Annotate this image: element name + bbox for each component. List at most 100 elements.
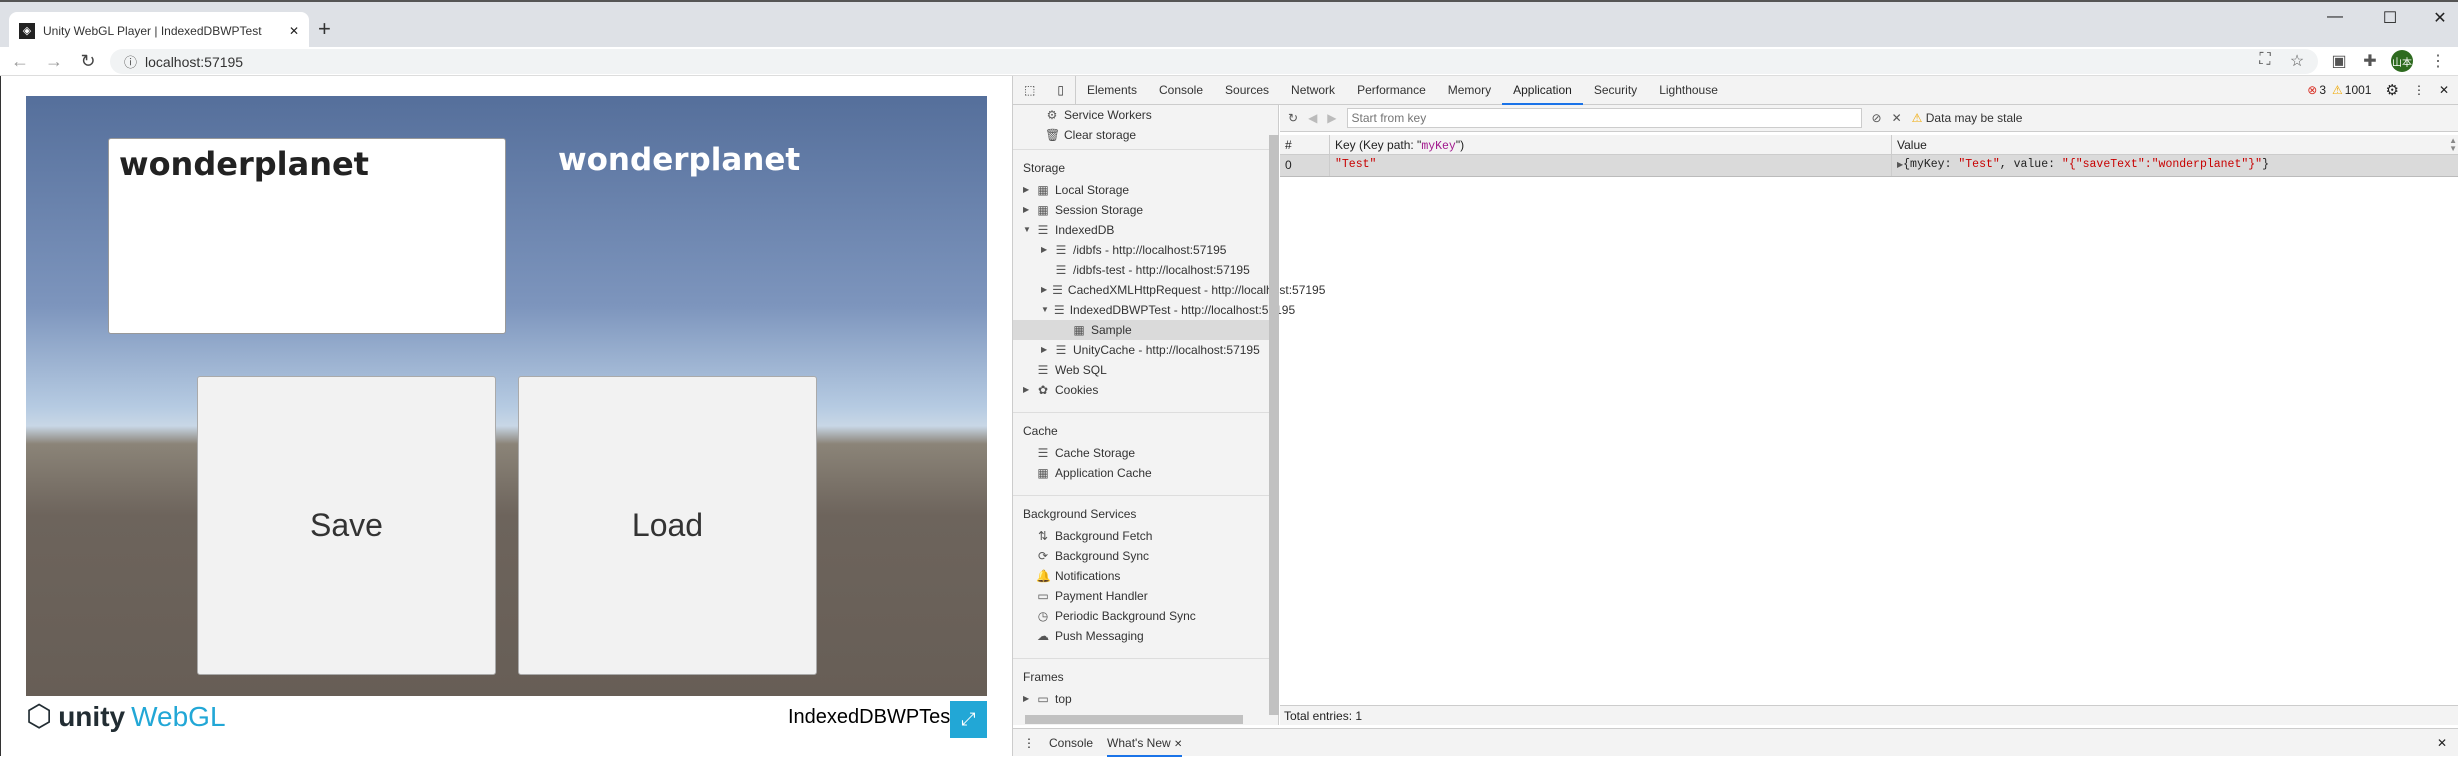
- expand-triangle-icon[interactable]: ▶: [1023, 200, 1031, 220]
- start-from-key-input[interactable]: [1346, 108, 1862, 128]
- translate-icon[interactable]: ⛶: [2253, 51, 2277, 69]
- sidebar-item-icon: ▭: [1037, 692, 1049, 706]
- expand-triangle-icon[interactable]: ▶: [1023, 689, 1031, 709]
- forward-icon[interactable]: →: [42, 51, 66, 72]
- sidebar-item-icon: ☁: [1037, 629, 1049, 643]
- reload-icon[interactable]: ↻: [76, 51, 100, 72]
- expand-triangle-icon[interactable]: ▶: [1041, 240, 1049, 260]
- load-button[interactable]: Load: [518, 376, 817, 675]
- sidebar-item-session-storage[interactable]: ▶ ▦ Session Storage: [1013, 200, 1269, 220]
- warning-count[interactable]: 1001: [2345, 83, 2372, 97]
- minimize-icon[interactable]: —: [2320, 8, 2350, 26]
- sidebar-item-cookies[interactable]: ▶ ✿ Cookies: [1013, 380, 1269, 400]
- sidebar-item-application-cache[interactable]: ▦ Application Cache: [1013, 463, 1269, 483]
- puzzle-extensions-icon[interactable]: ✚: [2358, 51, 2382, 71]
- tab-close-icon[interactable]: ✕: [289, 24, 299, 38]
- inspect-element-icon[interactable]: ⬚: [1013, 76, 1046, 105]
- table-row[interactable]: 0 "Test" ▶{myKey: "Test", value: "{"save…: [1280, 155, 2458, 177]
- menu-kebab-icon[interactable]: ⋮: [2426, 51, 2450, 71]
- column-header-value[interactable]: Value: [1892, 135, 2458, 154]
- expand-triangle-icon[interactable]: ▶: [1023, 180, 1031, 200]
- extension-icon[interactable]: ▣: [2327, 51, 2351, 71]
- close-devtools-icon[interactable]: ✕: [2439, 83, 2449, 97]
- browser-tab[interactable]: ◈ Unity WebGL Player | IndexedDBWPTest ✕: [9, 12, 309, 49]
- delete-selected-icon[interactable]: ✕: [1892, 111, 1902, 125]
- warning-icon[interactable]: ⚠: [2332, 83, 2343, 97]
- sidebar-item-push-messaging[interactable]: ☁ Push Messaging: [1013, 626, 1269, 646]
- clear-store-icon[interactable]: ⊘: [1872, 111, 1882, 125]
- sidebar-item-background-sync[interactable]: ⟳ Background Sync: [1013, 546, 1269, 566]
- fullscreen-icon: ⤢: [961, 709, 976, 729]
- sidebar-item-periodic-background-sync[interactable]: ◷ Periodic Background Sync: [1013, 606, 1269, 626]
- row-value[interactable]: ▶{myKey: "Test", value: "{"saveText":"wo…: [1892, 155, 2458, 176]
- profile-avatar[interactable]: 山本: [2391, 50, 2413, 72]
- sidebar-item-icon: ▭: [1037, 589, 1049, 603]
- expand-triangle-icon[interactable]: ▶: [1023, 380, 1031, 400]
- sidebar-item-icon: ☰: [1052, 283, 1063, 297]
- drawer-menu-icon[interactable]: ⋮: [1023, 736, 1035, 750]
- refresh-icon[interactable]: ↻: [1288, 111, 1298, 125]
- sidebar-item-payment-handler[interactable]: ▭ Payment Handler: [1013, 586, 1269, 606]
- drawer-tab-console[interactable]: Console: [1049, 729, 1093, 757]
- collapse-triangle-icon[interactable]: ▼: [1041, 300, 1049, 320]
- sidebar-item-cache-storage[interactable]: ☰ Cache Storage: [1013, 443, 1269, 463]
- expand-triangle-icon[interactable]: ▶: [1041, 280, 1047, 300]
- collapse-triangle-icon[interactable]: ▼: [1023, 220, 1031, 240]
- fullscreen-button[interactable]: ⤢: [950, 701, 987, 738]
- sidebar-item-label: Sample: [1091, 323, 1132, 337]
- sidebar-item-idbfs-http-localhost-57195[interactable]: ▶ ☰ /idbfs - http://localhost:57195: [1013, 240, 1269, 260]
- devtools-tab-sources[interactable]: Sources: [1214, 76, 1280, 105]
- close-drawer-icon[interactable]: ✕: [2437, 736, 2447, 750]
- sidebar-item-web-sql[interactable]: ☰ Web SQL: [1013, 360, 1269, 380]
- devtools-tab-memory[interactable]: Memory: [1437, 76, 1502, 105]
- expand-triangle-icon[interactable]: ▶: [1041, 340, 1049, 360]
- sidebar-item-unitycache-http-localhost-57195[interactable]: ▶ ☰ UnityCache - http://localhost:57195: [1013, 340, 1269, 360]
- close-window-icon[interactable]: ✕: [2425, 8, 2455, 28]
- sidebar-item-label: Service Workers: [1064, 108, 1152, 122]
- sidebar-item-clear-storage[interactable]: 🗑 Clear storage: [1013, 125, 1278, 145]
- url-text[interactable]: localhost:57195: [145, 54, 243, 70]
- devtools-tab-lighthouse[interactable]: Lighthouse: [1648, 76, 1729, 105]
- save-text-input[interactable]: wonderplanet: [108, 138, 506, 334]
- sort-icon[interactable]: ▲ ▼: [2449, 137, 2457, 153]
- devtools-tab-application[interactable]: Application: [1502, 76, 1583, 105]
- sidebar-item-background-fetch[interactable]: ⇅ Background Fetch: [1013, 526, 1269, 546]
- sidebar-horizontal-scrollbar[interactable]: [1025, 715, 1243, 724]
- sidebar-item-top[interactable]: ▶ ▭ top: [1013, 689, 1269, 709]
- prev-page-icon[interactable]: ◀: [1308, 111, 1317, 125]
- unity-canvas[interactable]: wonderplanet wonderplanet Save Load: [26, 96, 987, 696]
- sidebar-item-notifications[interactable]: 🔔 Notifications: [1013, 566, 1269, 586]
- sidebar-item-service-workers[interactable]: ⚙ Service Workers: [1013, 105, 1278, 125]
- error-icon[interactable]: ⊗: [2307, 83, 2317, 97]
- devtools-tab-list: Elements Console Sources Network Performance…: [1076, 76, 1729, 105]
- sidebar-item-sample[interactable]: ▦ Sample: [1013, 320, 1269, 340]
- devtools-tab-console[interactable]: Console: [1148, 76, 1214, 105]
- sidebar-scrollbar[interactable]: [1269, 135, 1279, 715]
- devtools-tab-elements[interactable]: Elements: [1076, 76, 1148, 105]
- whats-new-label: What's New: [1107, 735, 1171, 750]
- address-bar[interactable]: ⓘ localhost:57195: [110, 49, 2318, 74]
- sidebar-item-cachedxmlhttprequest-http-localhost-57195[interactable]: ▶ ☰ CachedXMLHttpRequest - http://localhos…: [1013, 280, 1325, 300]
- back-icon[interactable]: ←: [8, 51, 32, 72]
- drawer-tab-whats-new[interactable]: What's New ✕: [1107, 729, 1183, 757]
- new-tab-button[interactable]: +: [318, 16, 331, 42]
- maximize-icon[interactable]: ☐: [2375, 8, 2405, 28]
- sidebar-item-idbfs-test-http-localhost-57195[interactable]: ☰ /idbfs-test - http://localhost:57195: [1013, 260, 1269, 280]
- close-tab-icon[interactable]: ✕: [1174, 739, 1182, 750]
- devtools-tab-performance[interactable]: Performance: [1346, 76, 1437, 105]
- column-header-number[interactable]: #: [1280, 135, 1330, 154]
- bookmark-star-icon[interactable]: ☆: [2285, 51, 2309, 71]
- sidebar-item-local-storage[interactable]: ▶ ▦ Local Storage: [1013, 180, 1269, 200]
- error-count[interactable]: 3: [2319, 83, 2326, 97]
- devtools-tab-network[interactable]: Network: [1280, 76, 1346, 105]
- sidebar-item-indexeddbwptest-http-localhost-57195[interactable]: ▼ ☰ IndexedDBWPTest - http://localhost:571…: [1013, 300, 1295, 320]
- devtools-menu-icon[interactable]: ⋮: [2413, 83, 2425, 97]
- settings-gear-icon[interactable]: ⚙: [2385, 81, 2398, 99]
- column-header-key[interactable]: Key (Key path: "myKey"): [1330, 135, 1892, 154]
- next-page-icon[interactable]: ▶: [1327, 111, 1336, 125]
- sidebar-item-indexeddb[interactable]: ▼ ☰ IndexedDB: [1013, 220, 1269, 240]
- devtools-tab-security[interactable]: Security: [1583, 76, 1648, 105]
- info-icon[interactable]: ⓘ: [124, 52, 137, 71]
- device-toolbar-icon[interactable]: ▯: [1046, 75, 1076, 105]
- save-button[interactable]: Save: [197, 376, 496, 675]
